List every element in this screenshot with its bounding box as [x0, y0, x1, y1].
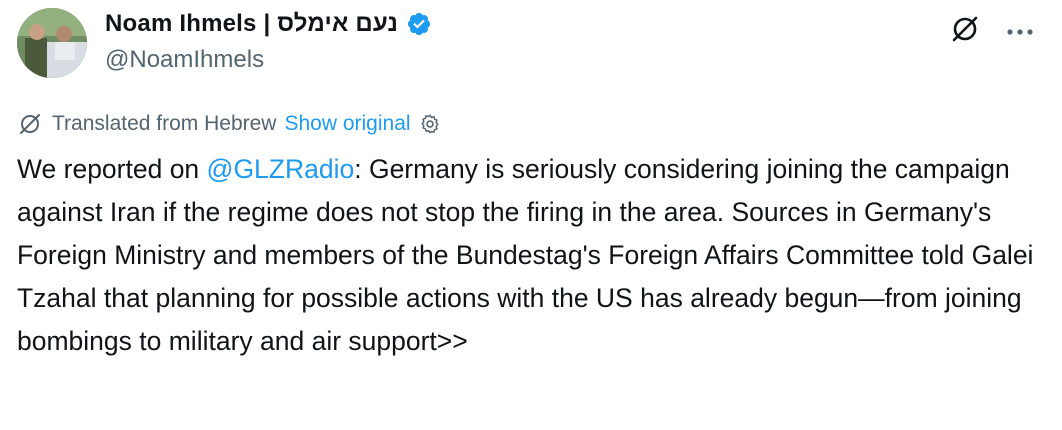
- author-handle[interactable]: @NoamIhmels: [105, 46, 264, 74]
- tweet-text: We reported on @GLZRadio: Germany is ser…: [17, 148, 1047, 363]
- grok-icon[interactable]: [950, 14, 980, 49]
- verified-badge-icon[interactable]: [406, 11, 432, 37]
- more-options-icon[interactable]: [1006, 23, 1034, 41]
- avatar-photo: [17, 8, 87, 78]
- tweet-text-start: We reported on: [17, 154, 207, 184]
- show-original-link[interactable]: Show original: [284, 112, 410, 136]
- translate-icon: [20, 114, 40, 134]
- translated-label: Translated from Hebrew: [52, 112, 277, 135]
- author-name-row: Noam Ihmels | נעם אימלס: [105, 10, 432, 38]
- tweet-text-rest: : Germany is seriously considering joini…: [17, 154, 1034, 356]
- tweet-actions-top: [950, 14, 1034, 49]
- mention-link[interactable]: @GLZRadio: [207, 154, 355, 184]
- author-display-name[interactable]: Noam Ihmels | נעם אימלס: [105, 10, 398, 38]
- translation-bar: Translated from Hebrew Show original: [18, 112, 441, 136]
- avatar[interactable]: [17, 8, 87, 78]
- gear-icon[interactable]: [419, 113, 441, 135]
